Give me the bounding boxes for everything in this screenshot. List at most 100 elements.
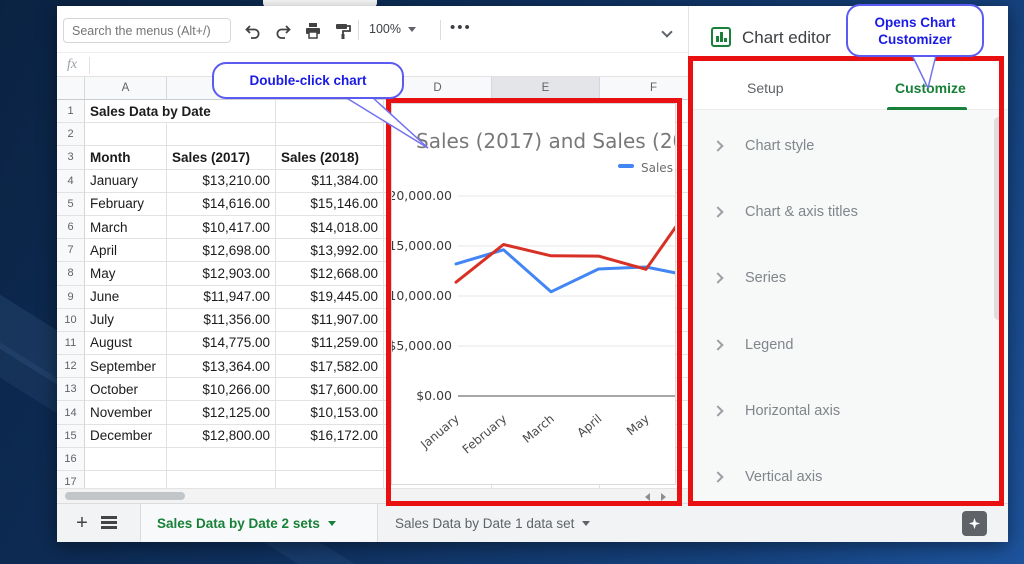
paint-format-icon[interactable]	[333, 22, 353, 40]
annotation-box-chart	[386, 98, 682, 506]
row-header-7[interactable]: 7	[57, 239, 85, 262]
grid-corner[interactable]	[57, 77, 85, 100]
cell[interactable]: April	[85, 239, 167, 262]
toolbar-separator	[358, 20, 359, 40]
cell[interactable]: January	[85, 170, 167, 193]
panel-title: Chart editor	[742, 28, 831, 48]
cell[interactable]: $14,018.00	[276, 216, 384, 239]
cell[interactable]: $10,266.00	[167, 378, 276, 401]
row-header-14[interactable]: 14	[57, 401, 85, 424]
callout-double-click-chart: Double-click chart	[212, 62, 404, 99]
cell[interactable]: June	[85, 286, 167, 309]
search-input[interactable]	[63, 18, 231, 43]
cell[interactable]: $12,125.00	[167, 401, 276, 424]
cell[interactable]: October	[85, 378, 167, 401]
cell[interactable]: $16,172.00	[276, 425, 384, 448]
cell[interactable]	[167, 471, 276, 488]
row-header-17[interactable]: 17	[57, 471, 85, 488]
chevron-down-icon	[408, 27, 416, 32]
explore-button[interactable]	[962, 511, 987, 536]
cell[interactable]: $12,903.00	[167, 262, 276, 285]
cell[interactable]: $11,259.00	[276, 332, 384, 355]
row-header-10[interactable]: 10	[57, 309, 85, 332]
cell[interactable]: $14,616.00	[167, 193, 276, 216]
more-options-button[interactable]: •••	[450, 19, 472, 36]
cell[interactable]: Sales Data by Date	[85, 100, 276, 123]
cell[interactable]: August	[85, 332, 167, 355]
annotation-box-panel	[688, 56, 1004, 506]
cell[interactable]	[85, 471, 167, 488]
cell[interactable]: September	[85, 355, 167, 378]
cell[interactable]: $12,668.00	[276, 262, 384, 285]
row-header-12[interactable]: 12	[57, 355, 85, 378]
formula-bar-separator	[89, 57, 90, 74]
cell[interactable]: $19,445.00	[276, 286, 384, 309]
cell[interactable]: $14,775.00	[167, 332, 276, 355]
cell[interactable]	[276, 471, 384, 488]
row-header-5[interactable]: 5	[57, 193, 85, 216]
undo-icon[interactable]	[243, 22, 263, 40]
cell[interactable]: $13,992.00	[276, 239, 384, 262]
cell[interactable]: December	[85, 425, 167, 448]
chevron-down-icon	[328, 521, 336, 526]
cell[interactable]: Month	[85, 146, 167, 169]
cell[interactable]	[167, 448, 276, 471]
column-header-A[interactable]: A	[85, 77, 167, 100]
callout-text: Customizer	[878, 31, 952, 48]
cell[interactable]: $11,947.00	[167, 286, 276, 309]
zoom-select[interactable]: 100%	[369, 22, 416, 36]
cell[interactable]: $11,384.00	[276, 170, 384, 193]
row-header-6[interactable]: 6	[57, 216, 85, 239]
toolbar-separator	[440, 20, 441, 40]
column-header-F[interactable]: F	[600, 77, 688, 100]
sheet-tab-bar: + Sales Data by Date 2 sets Sales Data b…	[57, 503, 1008, 542]
zoom-value: 100%	[369, 22, 401, 36]
sheet-tab-inactive[interactable]: Sales Data by Date 1 data set	[379, 504, 606, 542]
cell[interactable]	[276, 448, 384, 471]
row-header-4[interactable]: 4	[57, 170, 85, 193]
row-header-3[interactable]: 3	[57, 146, 85, 169]
cell[interactable]: $11,907.00	[276, 309, 384, 332]
column-header-E[interactable]: E	[492, 77, 600, 100]
row-header-2[interactable]: 2	[57, 123, 85, 146]
add-sheet-button[interactable]: +	[69, 510, 95, 536]
scrollbar-thumb[interactable]	[65, 492, 185, 500]
row-header-16[interactable]: 16	[57, 448, 85, 471]
row-header-13[interactable]: 13	[57, 378, 85, 401]
cell[interactable]: $11,356.00	[167, 309, 276, 332]
all-sheets-menu-icon[interactable]	[101, 516, 117, 530]
cell[interactable]: November	[85, 401, 167, 424]
cell[interactable]: July	[85, 309, 167, 332]
cell[interactable]	[85, 123, 167, 146]
desktop: 100% ••• fx ABCDEF 1Sales Data by Date23…	[0, 0, 1024, 564]
callout-tail	[330, 95, 435, 155]
collapse-toolbar-chevron[interactable]	[663, 23, 674, 34]
sheet-tab-label: Sales Data by Date 2 sets	[157, 516, 320, 531]
cell[interactable]: March	[85, 216, 167, 239]
cell[interactable]	[167, 123, 276, 146]
row-header-8[interactable]: 8	[57, 262, 85, 285]
cell[interactable]: $10,417.00	[167, 216, 276, 239]
cell[interactable]	[85, 448, 167, 471]
row-header-9[interactable]: 9	[57, 286, 85, 309]
print-icon[interactable]	[303, 22, 323, 40]
toolbar: 100% •••	[57, 8, 688, 53]
cell[interactable]: $17,582.00	[276, 355, 384, 378]
cell[interactable]: $12,698.00	[167, 239, 276, 262]
cell[interactable]: $13,364.00	[167, 355, 276, 378]
sheet-tab-active[interactable]: Sales Data by Date 2 sets	[140, 504, 378, 542]
row-header-1[interactable]: 1	[57, 100, 85, 123]
cell[interactable]: February	[85, 193, 167, 216]
cell[interactable]: Sales (2017)	[167, 146, 276, 169]
row-header-15[interactable]: 15	[57, 425, 85, 448]
cell[interactable]: $12,800.00	[167, 425, 276, 448]
cell[interactable]: $13,210.00	[167, 170, 276, 193]
cell[interactable]: May	[85, 262, 167, 285]
sparkle-icon	[967, 516, 982, 531]
cell[interactable]: $10,153.00	[276, 401, 384, 424]
row-header-11[interactable]: 11	[57, 332, 85, 355]
cell[interactable]: $17,600.00	[276, 378, 384, 401]
sheet-tab-label: Sales Data by Date 1 data set	[395, 516, 574, 531]
cell[interactable]: $15,146.00	[276, 193, 384, 216]
redo-icon[interactable]	[273, 22, 293, 40]
